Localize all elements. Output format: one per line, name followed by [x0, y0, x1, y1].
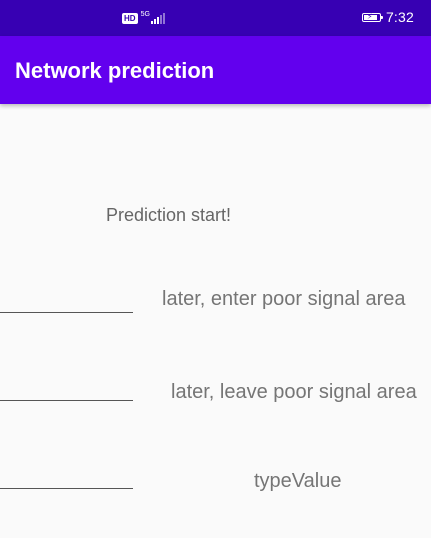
status-bar: HD 5G ⚡ 7:32	[0, 0, 431, 36]
status-network-group: HD 5G	[122, 10, 165, 26]
prediction-status-text: Prediction start!	[106, 205, 232, 225]
app-title: Network prediction	[15, 58, 215, 83]
network-type-label: 5G	[140, 10, 150, 18]
status-right-group: ⚡ 7:32	[361, 8, 414, 26]
type-value-label: typeValue	[254, 470, 342, 492]
enter-poor-signal-input[interactable]	[0, 288, 133, 313]
app-screen: HD 5G ⚡ 7:32 Network prediction Predicti…	[0, 0, 431, 538]
signal-strength-icon	[150, 12, 165, 24]
app-bar: Network prediction	[0, 36, 431, 104]
hd-badge: HD	[122, 12, 138, 24]
type-value-input[interactable]	[0, 464, 133, 489]
enter-poor-signal-label: later, enter poor signal area	[162, 288, 406, 310]
leave-poor-signal-input[interactable]	[0, 376, 133, 401]
status-clock: 7:32	[385, 9, 414, 25]
charging-bolt-icon: ⚡	[366, 11, 373, 21]
leave-poor-signal-label: later, leave poor signal area	[171, 381, 417, 403]
battery-charging-icon: ⚡	[361, 11, 383, 22]
